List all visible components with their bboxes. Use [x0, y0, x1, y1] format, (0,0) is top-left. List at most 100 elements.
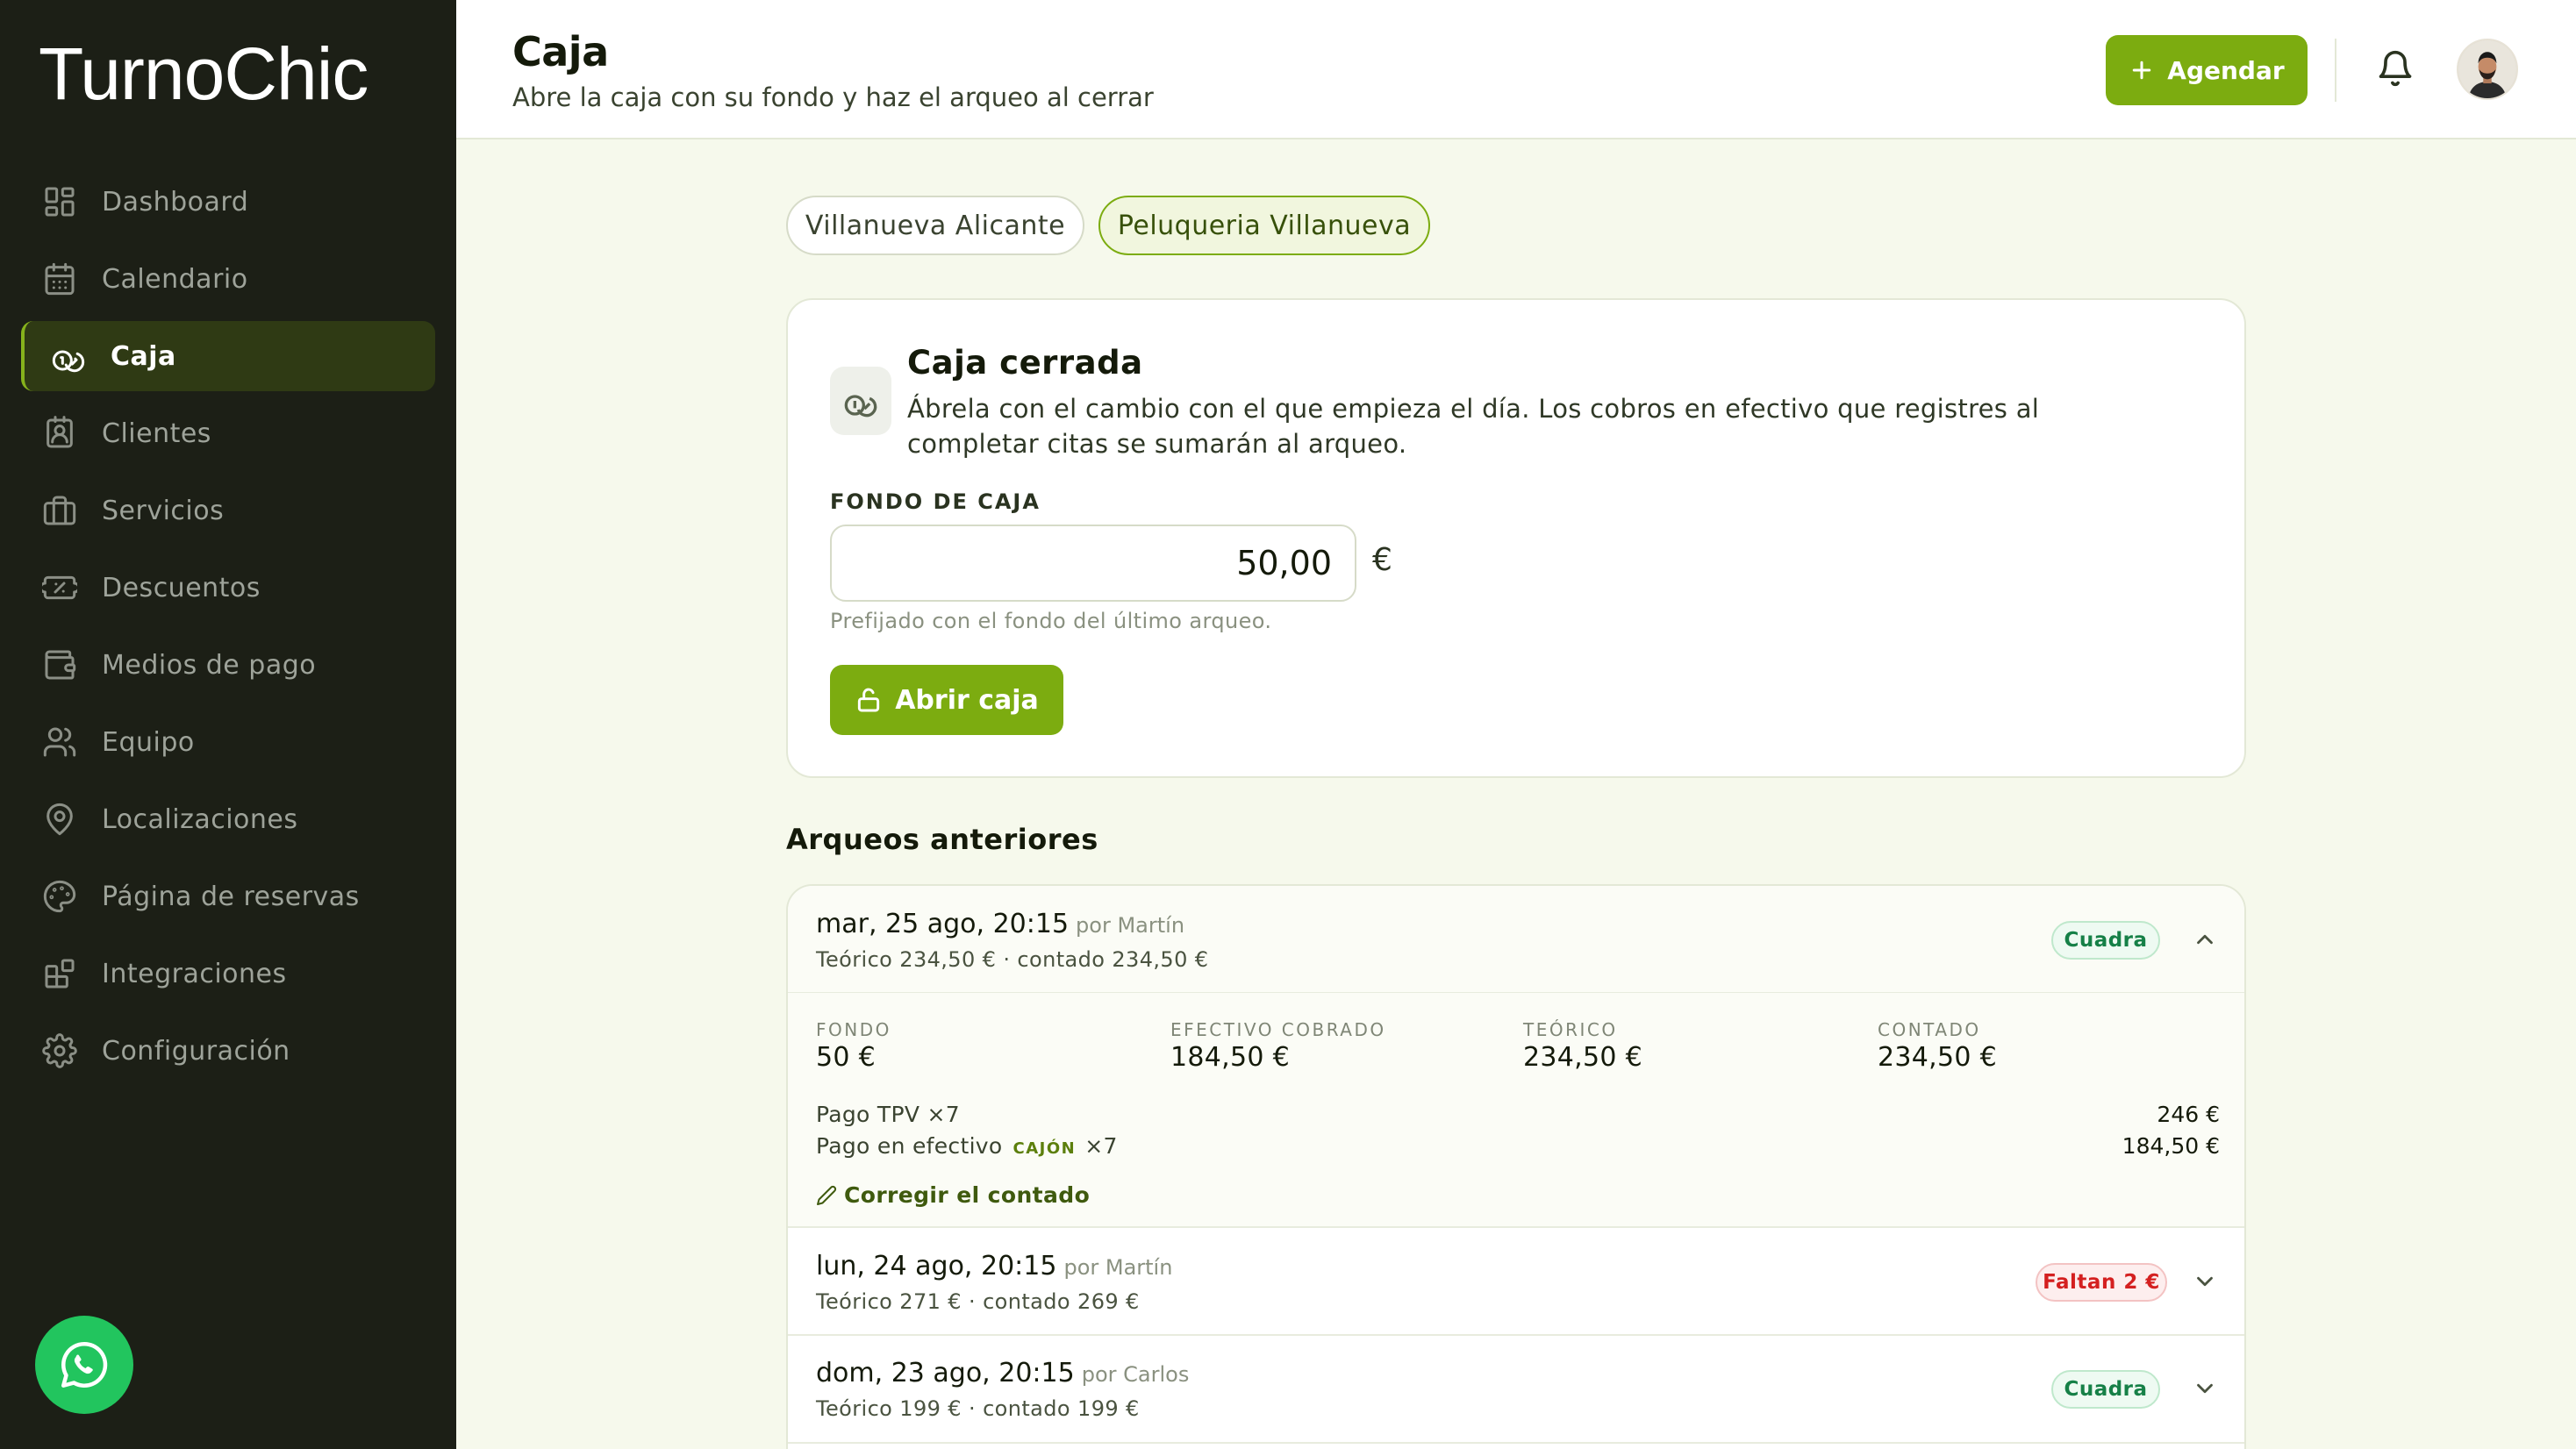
payment-row-tpv: Pago TPV ×7 — [816, 1102, 960, 1127]
coins-icon-badge — [830, 367, 891, 435]
header-divider — [2335, 39, 2336, 102]
fondo-label: FONDO DE CAJA — [830, 489, 1041, 514]
arqueo-date: dom, 23 ago, 20:15 por Carlos — [816, 1358, 1190, 1388]
currency-symbol: € — [1372, 542, 1392, 578]
arqueo-author: por Martín — [1063, 1255, 1173, 1280]
sidebar-item-dashboard[interactable]: Dashboard — [21, 167, 435, 237]
sidebar-item-pagina-de-reservas[interactable]: Página de reservas — [21, 861, 435, 932]
location-pill-peluqueria-villanueva[interactable]: Peluqueria Villanueva — [1098, 196, 1430, 255]
stat-label-efectivo: EFECTIVO COBRADO — [1170, 1019, 1386, 1040]
contact-card-icon — [47, 416, 73, 448]
bell-icon — [2379, 50, 2412, 87]
arqueo-details: FONDO 50 € EFECTIVO COBRADO 184,50 € TEÓ… — [788, 993, 2244, 1226]
arqueo-row[interactable]: dom, 23 ago, 20:15 por Carlos Teórico 199… — [788, 1335, 2244, 1442]
agendar-label: Agendar — [2167, 55, 2285, 85]
arqueos-title: Arqueos anteriores — [786, 823, 1098, 856]
sidebar-item-label: Página de reservas — [102, 881, 360, 912]
corregir-label: Corregir el contado — [844, 1182, 1091, 1208]
sidebar-item-clientes[interactable]: Clientes — [21, 398, 435, 468]
arqueo-summary: Teórico 271 € · contado 269 € — [816, 1289, 1140, 1314]
stat-value-contado: 234,50 € — [1878, 1042, 1997, 1073]
wallet-icon — [45, 650, 76, 680]
top-header: Caja Abre la caja con su fondo y haz el … — [456, 0, 2576, 139]
location-pill-villanueva-alicante[interactable]: Villanueva Alicante — [786, 196, 1084, 255]
sidebar-item-localizaciones[interactable]: Localizaciones — [21, 784, 435, 854]
sidebar: TurnoChic Dashboard Calendario Caja Clie… — [0, 0, 456, 1449]
abrir-caja-button[interactable]: Abrir caja — [830, 665, 1063, 735]
user-avatar-icon — [2458, 40, 2516, 98]
sidebar-item-integraciones[interactable]: Integraciones — [21, 939, 435, 1009]
page-title: Caja — [512, 28, 609, 75]
sidebar-item-label: Integraciones — [102, 958, 287, 989]
arqueo-summary: Teórico 199 € · contado 199 € — [816, 1396, 1140, 1421]
whatsapp-button[interactable] — [35, 1316, 133, 1414]
caja-status-title: Caja cerrada — [907, 344, 1143, 382]
payment-count: ×7 — [1084, 1133, 1118, 1159]
stat-label-contado: CONTADO — [1878, 1019, 1981, 1040]
avatar[interactable] — [2457, 39, 2518, 100]
payment-amount-tpv: 246 € — [2157, 1102, 2220, 1127]
logo: TurnoChic — [39, 32, 369, 115]
sidebar-item-label: Caja — [111, 340, 176, 372]
arqueo-row[interactable]: lun, 24 ago, 20:15 por Martín Teórico 271… — [788, 1228, 2244, 1335]
ticket-icon — [42, 575, 77, 600]
palette-icon — [43, 880, 76, 913]
arqueo-date: mar, 25 ago, 20:15 por Martín — [816, 909, 1185, 939]
agendar-button[interactable]: Agendar — [2106, 35, 2308, 105]
chevron-down-icon[interactable] — [2192, 1268, 2218, 1295]
arqueos-list: mar, 25 ago, 20:15 por Martín Teórico 234… — [786, 884, 2246, 1449]
calendar-icon — [45, 262, 75, 296]
status-badge: Cuadra — [2051, 921, 2160, 960]
sidebar-item-label: Clientes — [102, 418, 211, 449]
caja-card: Caja cerrada Ábrela con el cambio con el… — [786, 298, 2246, 778]
stat-label-teorico: TEÓRICO — [1523, 1019, 1618, 1040]
abrir-caja-label: Abrir caja — [895, 684, 1039, 716]
plus-icon — [2133, 61, 2151, 80]
sidebar-item-label: Calendario — [102, 263, 248, 295]
sidebar-item-label: Dashboard — [102, 186, 249, 218]
sidebar-item-label: Configuración — [102, 1035, 290, 1067]
sidebar-item-label: Equipo — [102, 726, 195, 758]
sidebar-item-medios-de-pago[interactable]: Medios de pago — [21, 630, 435, 700]
sidebar-item-label: Servicios — [102, 495, 225, 526]
arqueo-row[interactable]: mar, 25 ago, 20:15 por Martín Teórico 234… — [788, 886, 2244, 993]
pencil-icon — [817, 1185, 837, 1205]
notifications-button[interactable] — [2376, 49, 2415, 88]
sidebar-item-servicios[interactable]: Servicios — [21, 475, 435, 546]
cajon-tag: CAJÓN — [1013, 1139, 1077, 1158]
row-divider — [788, 1442, 2244, 1444]
coins-icon — [52, 350, 85, 373]
arqueo-summary: Teórico 234,50 € · contado 234,50 € — [816, 947, 1209, 972]
corregir-contado-link[interactable]: Corregir el contado — [816, 1182, 1090, 1208]
fondo-input[interactable] — [830, 525, 1356, 602]
sidebar-item-configuracion[interactable]: Configuración — [21, 1016, 435, 1086]
arqueo-author: por Martín — [1076, 913, 1185, 938]
stat-value-efectivo: 184,50 € — [1170, 1042, 1290, 1073]
sidebar-item-caja[interactable]: Caja — [21, 321, 435, 391]
stat-value-fondo: 50 € — [816, 1042, 876, 1073]
status-badge: Faltan 2 € — [2036, 1263, 2167, 1302]
arqueo-author: por Carlos — [1081, 1362, 1190, 1387]
status-badge: Cuadra — [2051, 1370, 2160, 1409]
dashboard-icon — [45, 187, 75, 217]
sidebar-item-label: Medios de pago — [102, 649, 317, 681]
sidebar-nav: Dashboard Calendario Caja Clientes Servi… — [21, 167, 435, 1093]
payment-row-efectivo: Pago en efectivo CAJÓN ×7 — [816, 1133, 1118, 1159]
briefcase-icon — [43, 496, 76, 525]
stat-value-teorico: 234,50 € — [1523, 1042, 1642, 1073]
users-icon — [43, 727, 76, 757]
sidebar-item-label: Localizaciones — [102, 803, 298, 835]
sidebar-item-equipo[interactable]: Equipo — [21, 707, 435, 777]
chevron-up-icon[interactable] — [2192, 926, 2218, 953]
whatsapp-icon — [61, 1341, 108, 1388]
caja-description: Ábrela con el cambio con el que empieza … — [907, 394, 2040, 459]
sidebar-item-descuentos[interactable]: Descuentos — [21, 553, 435, 623]
payment-amount-efectivo: 184,50 € — [2122, 1133, 2220, 1159]
chevron-down-icon[interactable] — [2192, 1375, 2218, 1402]
gear-icon — [42, 1033, 77, 1068]
page-subtitle: Abre la caja con su fondo y haz el arque… — [512, 82, 1154, 112]
sidebar-item-calendario[interactable]: Calendario — [21, 244, 435, 314]
sidebar-item-label: Descuentos — [102, 572, 261, 603]
map-pin-icon — [47, 803, 73, 836]
payment-count: ×7 — [927, 1102, 960, 1127]
